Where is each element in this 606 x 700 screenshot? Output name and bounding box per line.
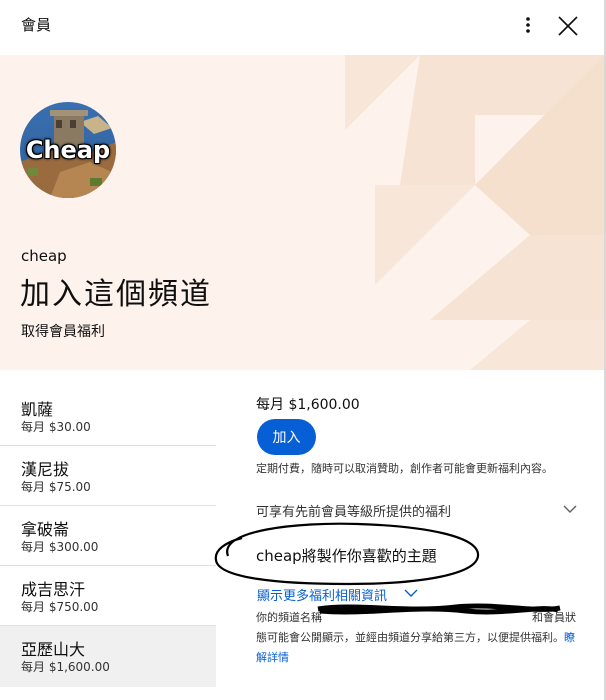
tier-item[interactable]: 凱薩 每月 $30.00 <box>0 386 216 446</box>
chevron-down-icon <box>404 589 418 597</box>
tier-price: 每月 $1,600.00 <box>21 660 110 674</box>
tier-price: 每月 $750.00 <box>21 600 99 614</box>
tier-name: 亞歷山大 <box>21 640 86 659</box>
tier-item[interactable]: 拿破崙 每月 $300.00 <box>0 506 216 566</box>
tier-list: 凱薩 每月 $30.00 漢尼拔 每月 $75.00 拿破崙 每月 $300.0… <box>0 386 216 687</box>
selected-tier-price: 每月 $1,600.00 <box>256 397 360 413</box>
channel-avatar: Cheap <box>20 102 116 198</box>
tier-item-selected[interactable]: 亞歷山大 每月 $1,600.00 <box>0 626 216 687</box>
tier-price: 每月 $300.00 <box>21 540 99 554</box>
chevron-down-icon <box>563 505 577 513</box>
close-icon[interactable] <box>556 14 580 38</box>
join-button[interactable]: 加入 <box>257 419 316 455</box>
page-subtitle: 取得會員福利 <box>21 324 105 340</box>
redaction-scribble <box>317 603 561 615</box>
privacy-text-start: 你的頻道名稱 <box>256 611 322 624</box>
tier-name: 拿破崙 <box>21 520 70 539</box>
tier-price: 每月 $75.00 <box>21 480 91 494</box>
more-vert-icon[interactable] <box>518 14 538 38</box>
tier-name: 漢尼拔 <box>21 460 70 479</box>
avatar-logo-text: Cheap <box>25 136 111 164</box>
perk-item: cheap將製作你喜歡的主題 <box>256 547 437 565</box>
channel-name: cheap <box>21 247 67 265</box>
tier-name: 成吉思汗 <box>21 580 86 599</box>
dialog-title: 會員 <box>21 16 52 34</box>
tier-price: 每月 $30.00 <box>21 420 91 434</box>
page-title: 加入這個頻道 <box>20 277 212 312</box>
tier-item[interactable]: 成吉思汗 每月 $750.00 <box>0 566 216 626</box>
billing-note: 定期付費，隨時可以取消贊助，創作者可能會更新福利內容。 <box>256 462 553 475</box>
tier-name: 凱薩 <box>21 400 54 419</box>
dialog-header: 會員 <box>0 0 606 55</box>
tier-item[interactable]: 漢尼拔 每月 $75.00 <box>0 446 216 506</box>
channel-hero: Cheap cheap 加入這個頻道 取得會員福利 <box>0 55 604 370</box>
